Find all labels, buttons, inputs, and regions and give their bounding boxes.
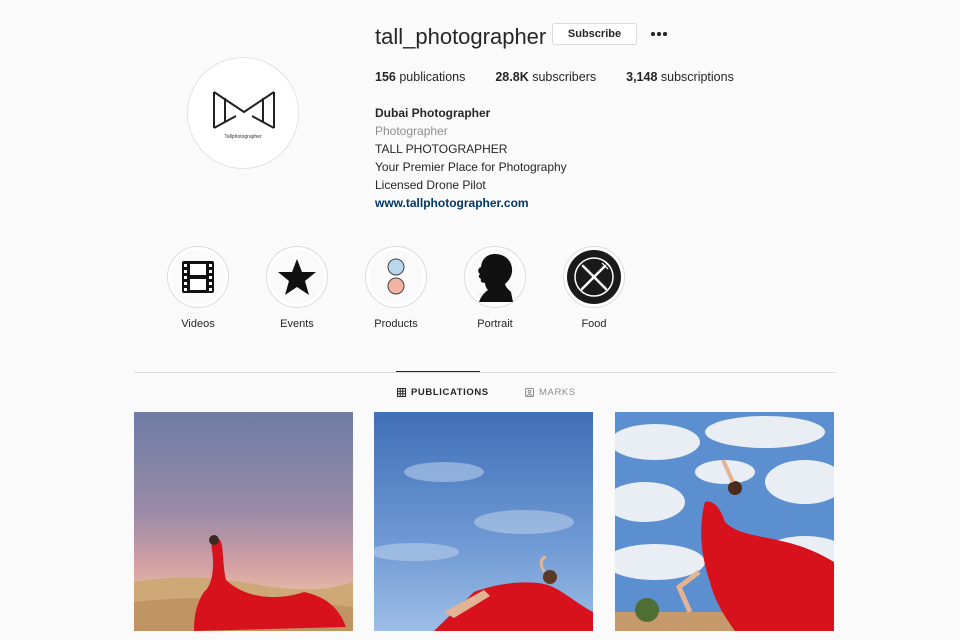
tab-publications[interactable]: PUBLICATIONS xyxy=(397,387,489,398)
bio-line: Licensed Drone Pilot xyxy=(375,178,486,192)
highlight-events[interactable]: Events xyxy=(265,246,329,330)
post-image-dunes xyxy=(134,412,353,631)
avatar-logo-text: Tallphotographer xyxy=(224,134,262,140)
tab-marks[interactable]: MARKS xyxy=(525,387,576,398)
post-image-clouds xyxy=(615,412,834,631)
highlight-label: Food xyxy=(581,318,607,330)
highlight-videos[interactable]: Videos xyxy=(166,246,230,330)
active-tab-indicator xyxy=(396,371,480,372)
silhouette-icon xyxy=(478,254,513,302)
highlight-label: Products xyxy=(374,318,418,330)
bio-line: Your Premier Place for Photography xyxy=(375,160,567,174)
more-options-icon[interactable] xyxy=(650,25,668,43)
highlight-label: Videos xyxy=(181,318,215,330)
profile-stats: 156 publications 28.8K subscribers 3,148… xyxy=(375,70,734,84)
highlight-portrait[interactable]: Portrait xyxy=(463,246,527,330)
bio-line: TALL PHOTOGRAPHER xyxy=(375,142,508,156)
highlight-label: Events xyxy=(280,318,314,330)
circles-icon xyxy=(387,258,405,295)
post-thumbnail[interactable] xyxy=(134,412,353,631)
post-thumbnail[interactable] xyxy=(615,412,834,631)
subscribe-button[interactable]: Subscribe xyxy=(552,23,637,45)
tab-label: MARKS xyxy=(539,387,576,398)
fork-knife-icon xyxy=(567,250,621,304)
stat-publications[interactable]: 156 publications xyxy=(375,70,465,84)
film-icon xyxy=(182,261,214,293)
bio-name: Dubai Photographer xyxy=(375,106,491,120)
bio-category: Photographer xyxy=(375,124,448,138)
post-thumbnail[interactable] xyxy=(374,412,593,631)
profile-bio: Dubai Photographer Photographer TALL PHO… xyxy=(375,104,567,212)
bio-website-link[interactable]: www.tallphotographer.com xyxy=(375,194,567,212)
bowtie-logo-icon xyxy=(213,91,275,129)
profile-username: tall_photographer xyxy=(375,24,547,49)
star-icon xyxy=(278,259,316,295)
highlight-label: Portrait xyxy=(477,318,513,330)
post-image-reclining xyxy=(374,412,593,631)
stat-subscribers[interactable]: 28.8K subscribers xyxy=(495,70,596,84)
tabs-divider xyxy=(134,372,835,373)
profile-avatar[interactable]: Tallphotographer xyxy=(187,57,299,169)
tag-icon xyxy=(525,388,534,397)
highlight-products[interactable]: Products xyxy=(364,246,428,330)
tab-label: PUBLICATIONS xyxy=(411,387,489,398)
grid-icon xyxy=(397,388,406,397)
stat-subscriptions[interactable]: 3,148 subscriptions xyxy=(626,70,734,84)
highlight-food[interactable]: Food xyxy=(562,246,626,330)
